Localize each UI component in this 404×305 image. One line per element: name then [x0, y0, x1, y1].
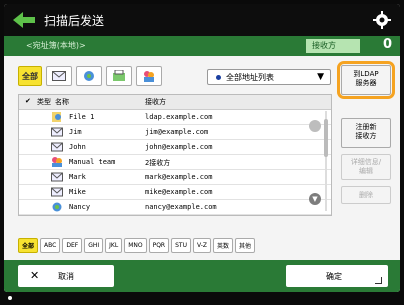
row-name: John	[69, 143, 86, 151]
table-row[interactable]: File 1 ldap.example.com	[19, 110, 331, 125]
row-name: Mike	[69, 188, 86, 196]
row-address: mike@example.com	[145, 188, 213, 196]
register-line2: 接收方	[355, 132, 377, 140]
scroll-down-button[interactable]: ▼	[309, 193, 321, 205]
alpha-tab-stu[interactable]: STU	[171, 238, 191, 253]
footer-bar: ✕ 取消 确定	[4, 260, 400, 292]
details-edit-button[interactable]: 详细信息/ 编辑	[341, 154, 391, 180]
table-row[interactable]: Mark mark@example.com	[19, 170, 331, 185]
header-address[interactable]: 接收方	[145, 97, 166, 107]
filter-tabs: 全部	[18, 66, 162, 88]
filter-tab-fax[interactable]	[106, 66, 132, 86]
app-title: 扫描后发送	[44, 14, 105, 28]
address-table: ✔ 类型 名称 接收方 File 1 ldap.example.com Jim …	[18, 94, 332, 216]
alpha-tab-def[interactable]: DEF	[62, 238, 83, 253]
server-icon	[52, 202, 62, 212]
fax-icon	[113, 70, 125, 81]
delete-label: 删除	[359, 191, 373, 199]
address-list-value: 全部地址列表	[226, 73, 274, 82]
alphabet-tabs: 全部 ABC DEF GHI JKL MNO PQR STU V-Z 英数 其他	[18, 238, 256, 253]
table-row[interactable]: John john@example.com	[19, 140, 331, 155]
address-book-label: <宛址簿(本地)>	[26, 41, 86, 50]
header-name[interactable]: 名称	[55, 97, 69, 107]
alpha-tab-alnum[interactable]: 英数	[213, 238, 234, 253]
table-header: ✔ 类型 名称 接收方	[19, 95, 331, 110]
alpha-tab-abc[interactable]: ABC	[40, 238, 61, 253]
alpha-tab-jkl[interactable]: JKL	[105, 238, 123, 253]
cancel-button[interactable]: ✕ 取消	[18, 265, 114, 287]
alpha-tab-pqr[interactable]: PQR	[148, 238, 170, 253]
group-icon	[144, 71, 154, 82]
alpha-tab-other[interactable]: 其他	[235, 238, 256, 253]
address-list-select[interactable]: 全部地址列表 ▼	[207, 69, 331, 85]
email-icon	[51, 187, 63, 197]
alpha-tab-vz[interactable]: V-Z	[192, 238, 211, 253]
cancel-label: 取消	[58, 272, 74, 281]
destination-bar: <宛址簿(本地)> 接收方 0	[4, 36, 400, 56]
ok-label: 确定	[326, 272, 342, 281]
alpha-tab-ghi[interactable]: GHI	[84, 238, 104, 253]
title-bar: 扫描后发送	[4, 4, 400, 36]
close-icon: ✕	[30, 269, 40, 282]
screen: 扫描后发送 <宛址簿(本地)> 接收方 0 全部 全部地址列表 ▼ 到LDAP …	[4, 4, 400, 292]
scrollbar[interactable]	[323, 111, 329, 211]
group-icon	[52, 157, 62, 167]
back-arrow-icon[interactable]	[13, 12, 35, 28]
list-dot-icon	[216, 75, 221, 80]
table-row[interactable]: Jim jim@example.com	[19, 125, 331, 140]
to-ldap-server-button[interactable]: 到LDAP 服务器	[341, 65, 391, 95]
register-line1: 注册新	[355, 123, 377, 131]
filter-tab-email[interactable]	[46, 66, 72, 86]
alpha-tab-mno[interactable]: MNO	[124, 238, 147, 253]
row-name: File 1	[69, 113, 95, 121]
table-row[interactable]: Nancy nancy@example.com	[19, 200, 331, 215]
ldap-button-line1: 到LDAP	[353, 70, 379, 78]
scroll-thumb[interactable]	[324, 119, 328, 157]
receivers-count: 0	[382, 37, 392, 52]
filter-tab-server[interactable]	[76, 66, 102, 86]
row-address: jim@example.com	[145, 128, 209, 136]
server-icon	[84, 71, 94, 81]
row-name: Manual team	[69, 158, 116, 166]
receivers-label: 接收方	[306, 39, 360, 53]
email-icon	[51, 127, 63, 137]
register-new-receiver-button[interactable]: 注册新 接收方	[341, 118, 391, 148]
details-line2: 编辑	[359, 167, 373, 175]
filter-tab-all[interactable]: 全部	[18, 66, 42, 86]
scroll-up-button[interactable]	[309, 120, 321, 132]
row-name: Nancy	[69, 203, 91, 211]
header-type[interactable]: 类型	[37, 97, 51, 107]
row-address: nancy@example.com	[145, 203, 217, 211]
table-row[interactable]: Mike mike@example.com	[19, 185, 331, 200]
email-icon	[52, 71, 66, 81]
row-name: Jim	[69, 128, 82, 136]
corner-mark-icon	[375, 277, 382, 284]
ldap-button-line2: 服务器	[355, 79, 377, 87]
row-address: mark@example.com	[145, 173, 213, 181]
gear-icon[interactable]	[372, 10, 392, 30]
row-address: 2接收方	[145, 159, 171, 167]
header-check[interactable]: ✔	[25, 97, 31, 105]
table-row[interactable]: Manual team 2接收方	[19, 155, 331, 170]
file-icon	[52, 112, 61, 122]
alpha-tab-all[interactable]: 全部	[18, 238, 39, 253]
ok-button[interactable]: 确定	[286, 265, 388, 287]
delete-button[interactable]: 删除	[341, 186, 391, 204]
details-line1: 详细信息/	[350, 158, 382, 166]
email-icon	[51, 142, 63, 152]
row-name: Mark	[69, 173, 86, 181]
filter-tab-group[interactable]	[136, 66, 162, 86]
status-indicator-icon	[8, 296, 12, 300]
row-address: john@example.com	[145, 143, 213, 151]
dropdown-arrow-icon: ▼	[317, 72, 324, 82]
row-address: ldap.example.com	[145, 113, 213, 121]
email-icon	[51, 172, 63, 182]
